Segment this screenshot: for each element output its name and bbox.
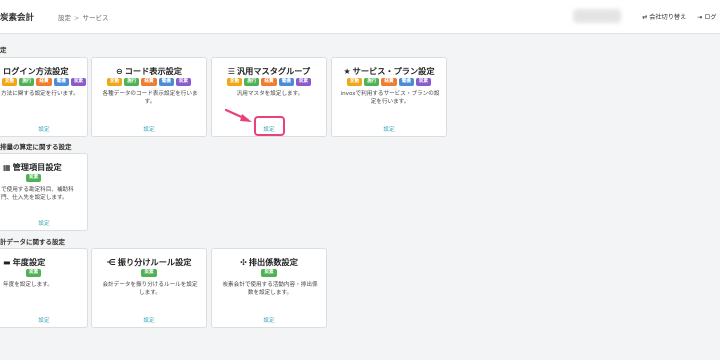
arrow-head bbox=[240, 114, 252, 122]
annotation-arrow bbox=[224, 108, 252, 122]
